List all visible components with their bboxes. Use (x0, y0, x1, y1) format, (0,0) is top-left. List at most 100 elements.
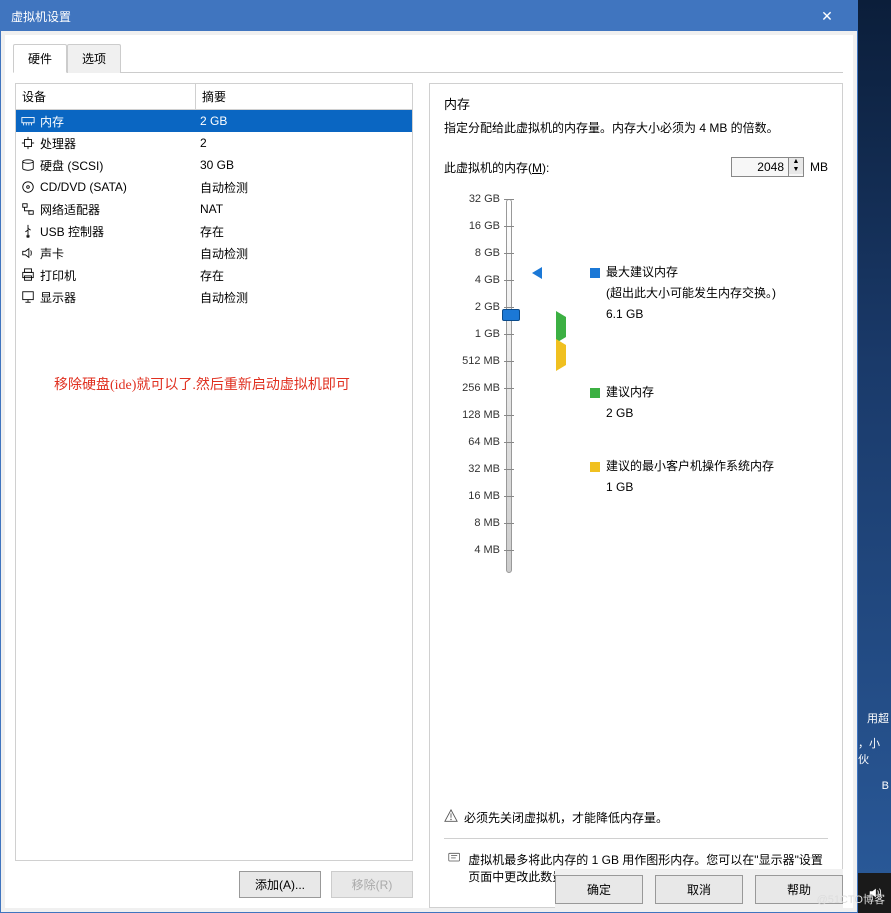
titlebar: 虚拟机设置 ✕ (1, 1, 857, 31)
tick-line (504, 226, 514, 227)
right-pane: 内存 指定分配给此虚拟机的内存量。内存大小必须为 4 MB 的倍数。 此虚拟机的… (429, 83, 843, 908)
remove-button: 移除(R) (331, 871, 413, 898)
memory-title: 内存 (444, 94, 828, 113)
spinner-up-icon[interactable]: ▲ (789, 158, 803, 166)
tick-label: 64 MB (468, 436, 500, 448)
memory-spinner[interactable]: ▲ ▼ (788, 158, 803, 176)
close-icon[interactable]: ✕ (807, 1, 847, 31)
table-row[interactable]: 处理器 2 (16, 132, 412, 154)
tick-line (504, 307, 514, 308)
hardware-buttons: 添加(A)... 移除(R) (15, 861, 413, 908)
tick-label: 512 MB (462, 355, 500, 367)
square-yellow-icon (590, 462, 600, 472)
tick-label: 128 MB (462, 409, 500, 421)
tick-line (504, 388, 514, 389)
ok-button[interactable]: 确定 (555, 875, 643, 904)
tick-label: 16 MB (468, 490, 500, 502)
legend-max-value: 6.1 GB (590, 305, 820, 323)
device-name: 声卡 (40, 245, 64, 262)
cd-icon (20, 179, 36, 195)
display-icon (20, 289, 36, 305)
table-row[interactable]: 显示器 自动检测 (16, 286, 412, 308)
tick-line (504, 442, 514, 443)
device-name: 处理器 (40, 135, 76, 152)
hardware-header: 设备 摘要 (16, 84, 412, 110)
device-name: 网络适配器 (40, 201, 100, 218)
watermark: @51CTO博客 (817, 891, 885, 907)
device-summary: NAT (196, 200, 412, 218)
network-icon (20, 201, 36, 217)
device-name: USB 控制器 (40, 223, 104, 240)
device-name: 显示器 (40, 289, 76, 306)
device-summary: 存在 (196, 221, 412, 242)
memory-input-wrap: ▲ ▼ (731, 157, 804, 177)
table-row[interactable]: 声卡 自动检测 (16, 242, 412, 264)
legend-rec-title: 建议内存 (606, 385, 654, 399)
tick-label: 4 GB (475, 274, 500, 286)
table-row[interactable]: 硬盘 (SCSI)30 GB (16, 154, 412, 176)
header-device[interactable]: 设备 (16, 84, 196, 109)
device-name: 内存 (40, 113, 64, 130)
table-row[interactable]: 网络适配器 NAT (16, 198, 412, 220)
tick-line (504, 361, 514, 362)
bg-text: ，小伙 (858, 735, 889, 767)
dialog-buttons: 确定 取消 帮助 (555, 869, 843, 908)
square-green-icon (590, 388, 600, 398)
memory-input[interactable] (732, 158, 788, 176)
tick-line (504, 523, 514, 524)
desktop-background: 用超 ，小伙 B (858, 0, 891, 913)
sound-icon (20, 245, 36, 261)
warning-icon (444, 809, 458, 823)
bg-text: B (882, 780, 889, 792)
table-row[interactable]: CD/DVD (SATA)自动检测 (16, 176, 412, 198)
window-title: 虚拟机设置 (11, 8, 807, 25)
tick-label: 8 MB (474, 517, 500, 529)
tab-options[interactable]: 选项 (67, 44, 121, 73)
legend-min-value: 1 GB (590, 478, 820, 496)
tick-label: 16 GB (469, 220, 500, 232)
add-button[interactable]: 添加(A)... (239, 871, 321, 898)
slider-thumb[interactable] (502, 309, 520, 321)
tick-line (504, 253, 514, 254)
device-name: 硬盘 (SCSI) (40, 157, 103, 174)
table-row[interactable]: USB 控制器 存在 (16, 220, 412, 242)
device-summary: 2 (196, 134, 412, 152)
tick-label: 256 MB (462, 382, 500, 394)
header-summary[interactable]: 摘要 (196, 84, 412, 109)
panes: 设备 摘要 内存2 GB处理器2硬盘 (SCSI)30 GBCD/DVD (SA… (15, 73, 843, 908)
usb-icon (20, 223, 36, 239)
memory-label-pre: 此虚拟机的内存( (444, 161, 532, 175)
memory-description: 指定分配给此虚拟机的内存量。内存大小必须为 4 MB 的倍数。 (444, 119, 828, 137)
disk-icon (20, 157, 36, 173)
spinner-down-icon[interactable]: ▼ (789, 166, 803, 174)
memory-slider[interactable] (506, 199, 512, 573)
device-summary: 自动检测 (196, 287, 412, 308)
legend-max-title: 最大建议内存 (606, 265, 678, 279)
cpu-icon (20, 135, 36, 151)
tab-hardware[interactable]: 硬件 (13, 44, 67, 73)
annotation-text: 移除硬盘(ide)就可以了.然后重新启动虚拟机即可 (54, 374, 350, 394)
warning-text: 必须先关闭虚拟机，才能降低内存量。 (464, 809, 668, 826)
tick-label: 32 GB (469, 193, 500, 205)
table-row[interactable]: 内存2 GB (16, 110, 412, 132)
memory-unit: MB (810, 160, 828, 174)
memory-warning: 必须先关闭虚拟机，才能降低内存量。 (444, 801, 828, 838)
memory-label-key: M (532, 161, 542, 175)
memory-icon (20, 113, 36, 129)
tick-label: 2 GB (475, 301, 500, 313)
tabs: 硬件 选项 (13, 43, 843, 73)
hardware-list[interactable]: 设备 摘要 内存2 GB 处理器 2 硬盘 (SCSI)30 GBCD/DVD (SA… (15, 83, 413, 861)
memory-slider-area: 32 GB16 GB8 GB4 GB2 GB1 GB512 MB256 MB12… (444, 193, 828, 801)
legend-min-title: 建议的最小客户机操作系统内存 (606, 459, 774, 473)
printer-icon (20, 267, 36, 283)
tick-line (504, 550, 514, 551)
device-summary: 自动检测 (196, 243, 412, 264)
legend-max-note: (超出此大小可能发生内存交换。) (590, 284, 820, 302)
tick-label: 4 MB (474, 544, 500, 556)
table-row[interactable]: 打印机存在 (16, 264, 412, 286)
cancel-button[interactable]: 取消 (655, 875, 743, 904)
tick-line (504, 334, 514, 335)
info-icon (448, 851, 460, 867)
marker-max-icon (532, 267, 542, 279)
legend-rec: 建议内存 2 GB (590, 383, 820, 422)
